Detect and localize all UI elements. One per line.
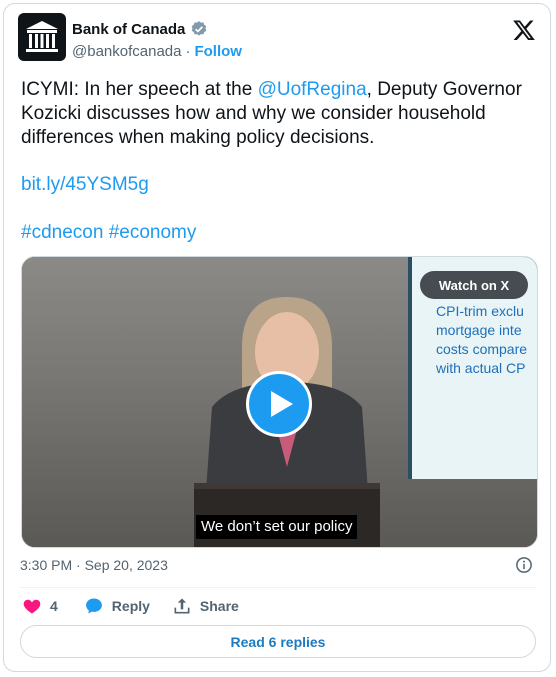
hashtag-economy[interactable]: #economy	[109, 222, 197, 243]
play-icon	[271, 391, 293, 417]
reply-bubble-icon	[85, 598, 102, 614]
follow-button[interactable]: Follow	[194, 43, 242, 60]
x-logo-icon[interactable]	[512, 18, 536, 42]
slide-line: CPI-trim exclu	[436, 303, 524, 319]
mention-link[interactable]: @UofRegina	[258, 79, 367, 100]
like-count: 4	[50, 598, 58, 614]
slide-line: costs compare	[436, 341, 528, 357]
like-button[interactable]: 4	[22, 596, 58, 616]
separator-dot: ·	[185, 43, 191, 60]
play-button[interactable]	[246, 371, 312, 437]
short-url-link[interactable]: bit.ly/45YSM5g	[21, 174, 149, 195]
video-player[interactable]: CPI-trim exclu mortgage inte costs compa…	[21, 256, 538, 548]
heart-icon	[23, 599, 41, 614]
verified-badge-icon	[192, 21, 207, 36]
author-name-row: Bank of Canada	[72, 19, 208, 39]
slide-line: mortgage inte	[436, 322, 522, 338]
hashtag-cdnecon[interactable]: #cdnecon	[21, 222, 103, 243]
hashtag-line: #cdnecon #economy	[21, 222, 196, 244]
author-handle-row: @bankofcanada · Follow	[72, 43, 242, 60]
reply-button[interactable]: Reply	[84, 596, 150, 616]
share-button[interactable]: Share	[172, 596, 239, 616]
share-label: Share	[199, 598, 239, 614]
share-icon	[174, 598, 190, 614]
author-name[interactable]: Bank of Canada	[72, 21, 185, 38]
slide-line: with actual CP	[436, 360, 526, 376]
video-caption: We don’t set our policy	[196, 515, 358, 539]
tweet-timestamp[interactable]: 3:30 PM · Sep 20, 2023	[20, 557, 168, 573]
divider	[20, 587, 536, 588]
reply-label: Reply	[111, 598, 150, 614]
slide-text: CPI-trim exclu mortgage inte costs compa…	[436, 302, 537, 378]
bank-of-canada-avatar[interactable]	[18, 13, 66, 61]
tweet-actions: 4 Reply Share	[22, 596, 239, 616]
building-logo-icon	[26, 21, 58, 52]
tweet-text: ICYMI: In her speech at the @UofRegina, …	[21, 78, 541, 150]
author-handle[interactable]: @bankofcanada	[72, 43, 181, 60]
tweet-text-prefix: ICYMI: In her speech at the	[21, 79, 258, 100]
tweet-link-line: bit.ly/45YSM5g	[21, 174, 149, 196]
read-replies-button[interactable]: Read 6 replies	[20, 625, 536, 658]
info-icon[interactable]	[515, 556, 533, 574]
watch-on-x-button[interactable]: Watch on X	[420, 271, 528, 299]
